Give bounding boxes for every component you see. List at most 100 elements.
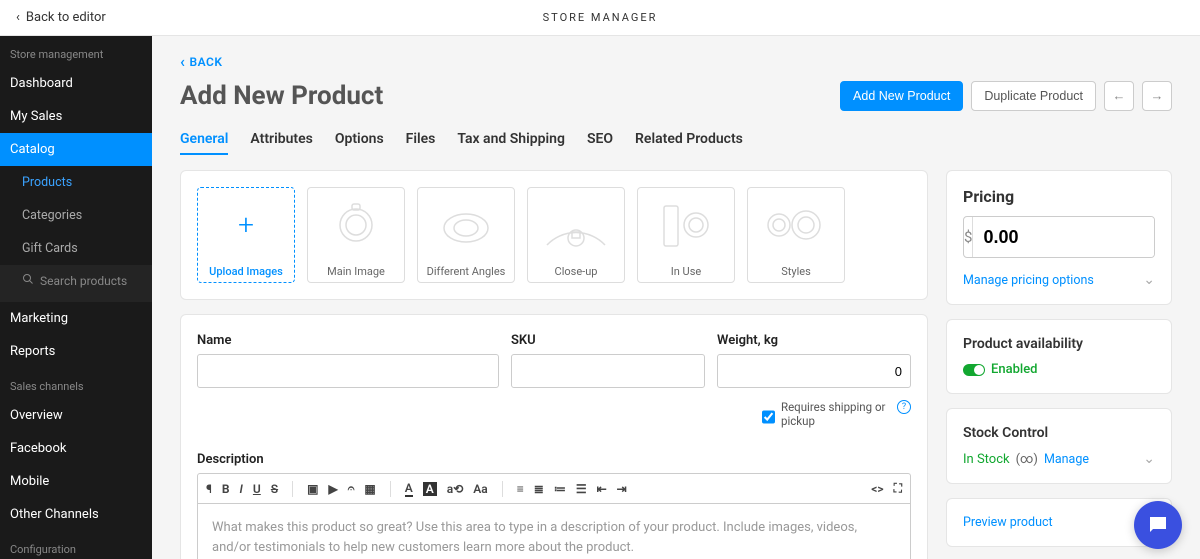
code-view-icon[interactable]: <> [871, 482, 883, 496]
chevron-left-icon: ‹ [16, 10, 20, 25]
stock-infinity: (∞) [1016, 452, 1038, 467]
font-size-icon[interactable]: Aa [473, 482, 487, 496]
tab-options[interactable]: Options [335, 125, 384, 155]
video-icon[interactable]: ▶ [328, 482, 337, 496]
description-editor[interactable]: What makes this product so great? Use th… [197, 503, 911, 559]
next-button[interactable]: → [1142, 81, 1172, 111]
link-icon[interactable]: 𝄐 [348, 481, 355, 496]
requires-shipping-checkbox[interactable] [762, 400, 775, 434]
stock-status: In Stock [963, 452, 1010, 467]
styles-tile: Styles [747, 187, 845, 283]
main-image-label: Main Image [327, 265, 385, 278]
tab-related[interactable]: Related Products [635, 125, 743, 155]
list-ol-icon[interactable]: ≔ [554, 482, 566, 496]
sidebar-item-other-channels[interactable]: Other Channels [0, 498, 152, 531]
images-card: + Upload Images Main Image Different Ang… [180, 170, 928, 300]
chevron-left-icon: ‹ [180, 52, 185, 71]
fullscreen-icon[interactable]: ⛶ [894, 481, 902, 496]
stock-title: Stock Control [963, 425, 1155, 441]
app-title: STORE MANAGER [543, 11, 658, 24]
currency-symbol: $ [964, 216, 973, 258]
chat-widget[interactable] [1134, 501, 1182, 549]
sidebar-search[interactable]: Search products [0, 265, 152, 302]
weight-input[interactable] [717, 354, 911, 388]
sidebar-item-marketing[interactable]: Marketing [0, 302, 152, 335]
prev-button[interactable]: ← [1104, 81, 1134, 111]
list-ul-icon[interactable]: ☰ [576, 482, 587, 496]
pricing-title: Pricing [963, 187, 1155, 206]
bold-icon[interactable]: B [222, 482, 230, 496]
sidebar-item-overview[interactable]: Overview [0, 399, 152, 432]
closeup-tile: Close-up [527, 187, 625, 283]
sidebar-section-channels: Sales channels [0, 368, 152, 399]
add-new-product-button[interactable]: Add New Product [840, 81, 963, 111]
sidebar-item-my-sales[interactable]: My Sales [0, 100, 152, 133]
text-color-icon[interactable]: A [405, 481, 413, 497]
sidebar-item-facebook[interactable]: Facebook [0, 432, 152, 465]
sku-label: SKU [511, 333, 705, 348]
sidebar-section-config: Configuration [0, 531, 152, 559]
tab-attributes[interactable]: Attributes [250, 125, 312, 155]
sidebar-item-reports[interactable]: Reports [0, 335, 152, 368]
availability-card: Product availability Enabled [946, 319, 1172, 394]
description-label: Description [197, 452, 911, 467]
sidebar-item-mobile[interactable]: Mobile [0, 465, 152, 498]
availability-toggle[interactable] [963, 364, 985, 376]
tab-general[interactable]: General [180, 125, 228, 155]
search-icon [22, 273, 34, 288]
weight-label: Weight, kg [717, 333, 911, 348]
tab-seo[interactable]: SEO [587, 125, 613, 155]
sidebar-item-catalog[interactable]: Catalog [0, 133, 152, 166]
sidebar-item-categories[interactable]: Categories [0, 199, 152, 232]
name-label: Name [197, 333, 499, 348]
sidebar-item-products[interactable]: Products [0, 166, 152, 199]
duplicate-product-button[interactable]: Duplicate Product [971, 81, 1096, 111]
sku-input[interactable] [511, 354, 705, 388]
sidebar-section-store: Store management [0, 36, 152, 67]
stock-card: Stock Control In Stock (∞) Manage ⌄ [946, 408, 1172, 484]
underline-icon[interactable]: U [253, 482, 261, 496]
outdent-icon[interactable]: ⇤ [597, 482, 607, 496]
different-angles-label: Different Angles [427, 265, 506, 278]
plus-icon: + [238, 208, 254, 241]
info-icon[interactable]: ? [897, 400, 911, 414]
paragraph-icon[interactable]: ¶ [206, 482, 212, 496]
italic-icon[interactable]: I [240, 482, 243, 496]
page-title: Add New Product [180, 81, 383, 111]
inuse-tile: In Use [637, 187, 735, 283]
price-input[interactable] [973, 217, 1155, 257]
chevron-down-icon[interactable]: ⌄ [1143, 272, 1155, 288]
back-link-label: BACK [189, 55, 222, 69]
back-to-editor-link[interactable]: ‹ Back to editor [16, 10, 106, 25]
inuse-label: In Use [671, 265, 701, 278]
align-left-icon[interactable]: ≡ [517, 482, 524, 496]
arrow-left-icon: ← [1113, 88, 1126, 104]
manage-pricing-link[interactable]: Manage pricing options [963, 273, 1094, 288]
stock-manage-link[interactable]: Manage [1044, 452, 1089, 467]
bg-color-icon[interactable]: A [423, 482, 437, 496]
name-input[interactable] [197, 354, 499, 388]
main-image-tile: Main Image [307, 187, 405, 283]
closeup-label: Close-up [555, 265, 598, 278]
tab-tax-shipping[interactable]: Tax and Shipping [457, 125, 565, 155]
tabs: General Attributes Options Files Tax and… [180, 125, 1172, 156]
sidebar: Store management Dashboard My Sales Cata… [0, 36, 152, 559]
strike-icon[interactable]: S [271, 482, 278, 496]
chevron-down-icon[interactable]: ⌄ [1143, 451, 1155, 467]
clear-format-icon[interactable]: a⟲ [447, 482, 464, 496]
sidebar-item-gift-cards[interactable]: Gift Cards [0, 232, 152, 265]
editor-toolbar: ¶ B I U S ▣ ▶ 𝄐 ▦ [197, 473, 911, 503]
tab-files[interactable]: Files [406, 125, 436, 155]
back-to-editor-label: Back to editor [26, 10, 106, 25]
availability-title: Product availability [963, 336, 1155, 352]
sidebar-item-dashboard[interactable]: Dashboard [0, 67, 152, 100]
preview-product-link[interactable]: Preview product [963, 515, 1053, 530]
upload-images-tile[interactable]: + Upload Images [197, 187, 295, 283]
image-icon[interactable]: ▣ [307, 482, 318, 496]
back-link[interactable]: ‹ BACK [180, 52, 222, 71]
pricing-card: Pricing $ Manage pricing options ⌄ [946, 170, 1172, 305]
align-center-icon[interactable]: ≣ [534, 482, 544, 496]
table-icon[interactable]: ▦ [364, 482, 375, 496]
different-angles-tile: Different Angles [417, 187, 515, 283]
indent-icon[interactable]: ⇥ [617, 482, 627, 496]
